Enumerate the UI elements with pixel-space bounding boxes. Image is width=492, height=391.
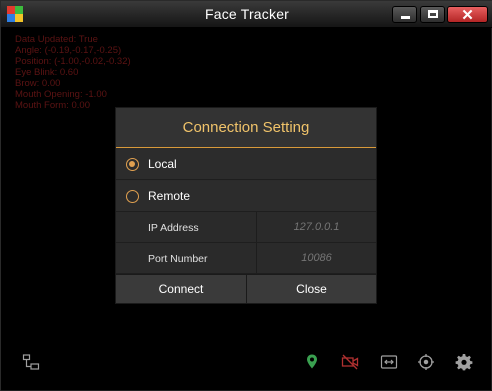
dialog-button-bar: Connect Close xyxy=(116,274,376,304)
remote-radio[interactable] xyxy=(126,190,139,203)
connection-setting-dialog: Connection Setting Local Remote IP Addre… xyxy=(115,107,377,304)
option-remote[interactable]: Remote xyxy=(116,181,376,212)
minimize-button[interactable] xyxy=(392,6,417,23)
title-bar[interactable]: Face Tracker ✕ xyxy=(1,1,492,28)
camera-off-icon[interactable] xyxy=(341,353,359,371)
connect-button[interactable]: Connect xyxy=(116,275,246,304)
local-label: Local xyxy=(148,157,177,171)
local-radio[interactable] xyxy=(126,158,139,171)
network-icon[interactable] xyxy=(22,353,40,371)
close-icon: ✕ xyxy=(461,7,474,24)
option-local[interactable]: Local xyxy=(116,149,376,180)
frame-icon[interactable] xyxy=(380,353,398,371)
maximize-icon xyxy=(428,10,438,18)
location-pin-icon[interactable] xyxy=(303,353,321,371)
window-title: Face Tracker xyxy=(204,6,290,22)
close-button[interactable]: Close xyxy=(247,275,376,304)
maximize-button[interactable] xyxy=(420,6,445,23)
close-window-button[interactable]: ✕ xyxy=(447,6,488,24)
port-number-field[interactable] xyxy=(257,243,376,273)
port-number-label: Port Number xyxy=(148,253,208,265)
remote-label: Remote xyxy=(148,189,191,203)
ip-address-row: IP Address xyxy=(116,212,376,243)
port-number-row: Port Number xyxy=(116,243,376,274)
dialog-title: Connection Setting xyxy=(116,108,376,148)
target-icon[interactable] xyxy=(417,353,435,371)
ip-address-label: IP Address xyxy=(148,222,199,234)
ip-address-field[interactable] xyxy=(257,212,376,242)
minimize-icon xyxy=(401,16,410,19)
face-tracker-window: Face Tracker ✕ Data Updated: True Angle:… xyxy=(0,0,492,391)
gear-icon[interactable] xyxy=(455,353,473,371)
